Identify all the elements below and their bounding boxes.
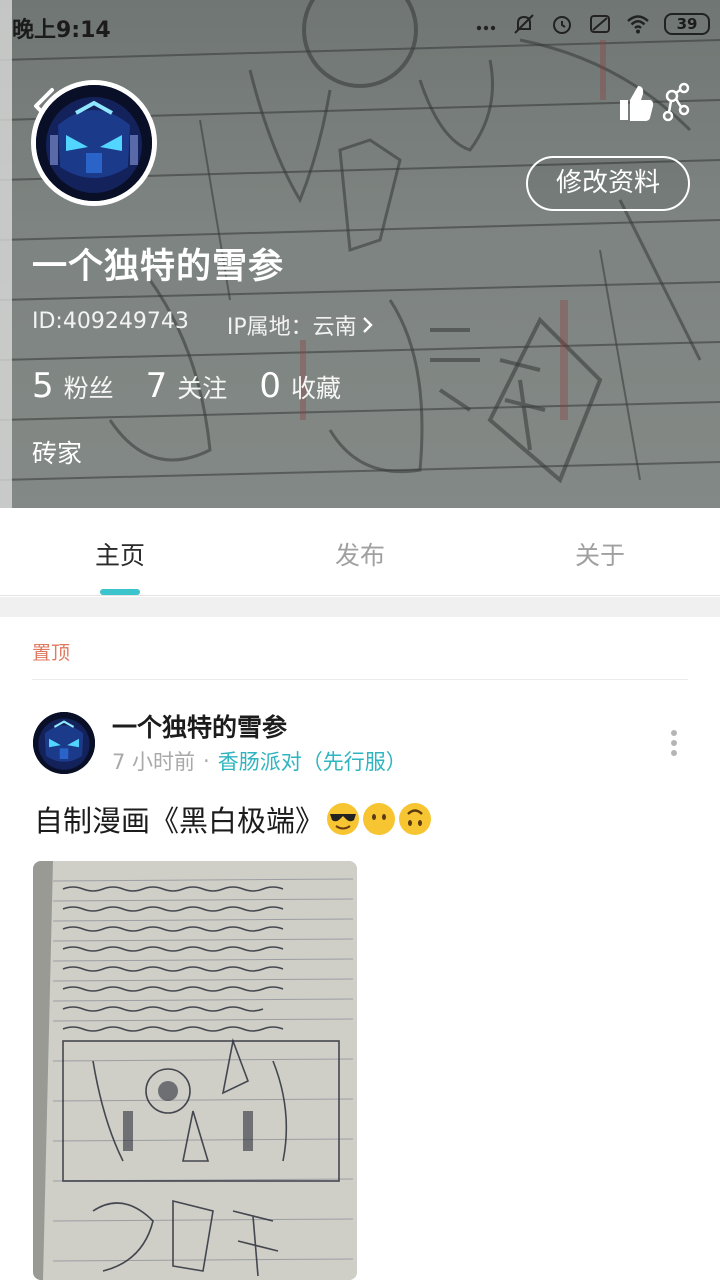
section-separator	[0, 597, 720, 617]
post-meta: 7 小时前 · 香肠派对（先行服）	[112, 746, 407, 776]
status-bar: 晚上9:14 39	[0, 0, 720, 52]
stat-following-value: 7	[145, 366, 168, 406]
upside-down-face-icon	[399, 803, 432, 835]
thumbs-up-icon[interactable]	[616, 80, 690, 128]
share-icon	[662, 82, 690, 122]
alarm-clock-icon	[553, 16, 571, 34]
smiling-face-with-sunglasses-icon	[327, 803, 360, 835]
post-title[interactable]: 自制漫画《黑白极端》	[34, 798, 432, 840]
face-without-mouth-icon	[363, 803, 396, 835]
pinned-label: 置顶	[32, 642, 71, 664]
status-time: 晚上9:14	[12, 18, 111, 43]
stat-following-label: 关注	[177, 374, 228, 403]
comic-sketch-image	[33, 861, 357, 1280]
post-title-text: 自制漫画《黑白极端》	[34, 804, 325, 838]
chevron-right-icon	[362, 317, 373, 333]
post-image[interactable]	[33, 861, 357, 1280]
post-author-avatar[interactable]	[33, 712, 95, 774]
profile-bio: 砖家	[32, 439, 83, 468]
profile-header: 晚上9:14 39 修改资料 一个独特的雪参 ID:409249743 IP属地…	[0, 0, 720, 508]
tab-posts-label: 发布	[334, 541, 385, 570]
header-actions	[616, 80, 690, 128]
wifi-icon	[627, 15, 649, 34]
tab-home-label: 主页	[94, 541, 145, 570]
divider	[32, 679, 688, 680]
stat-followers[interactable]: 5 粉丝	[32, 366, 114, 406]
profile-screen: 晚上9:14 39 修改资料 一个独特的雪参 ID:409249743 IP属地…	[0, 0, 720, 1280]
profile-meta: ID:409249743 IP属地：云南	[32, 309, 375, 341]
profile-username: 一个独特的雪参	[32, 247, 285, 287]
profile-stats: 5 粉丝 7 关注 0 收藏	[32, 366, 341, 406]
header-edge-strip	[0, 0, 12, 508]
stat-favorites-label: 收藏	[290, 374, 341, 403]
stat-following[interactable]: 7 关注	[146, 366, 228, 406]
stat-followers-value: 5	[32, 366, 54, 406]
stat-followers-label: 粉丝	[63, 374, 114, 403]
ip-location-label: IP属地：云南	[226, 315, 357, 340]
edit-profile-button[interactable]: 修改资料	[526, 156, 690, 211]
more-dots-status-icon	[476, 25, 496, 31]
ip-location-link[interactable]: IP属地：云南	[227, 309, 375, 341]
avatar[interactable]	[31, 80, 157, 206]
active-tab-indicator	[100, 589, 140, 595]
status-icons: 39	[474, 12, 710, 36]
more-vertical-icon[interactable]	[668, 728, 680, 758]
user-id: ID:409249743	[32, 309, 189, 334]
tab-about-label: 关于	[574, 541, 625, 570]
post-source-link[interactable]: 香肠派对（先行服）	[218, 746, 407, 776]
profile-tabs: 主页 发布 关于	[0, 508, 720, 596]
sim-card-off-icon	[590, 15, 610, 33]
robot-helmet-avatar-icon	[36, 85, 152, 201]
tab-home[interactable]: 主页	[0, 508, 240, 595]
tab-posts[interactable]: 发布	[240, 508, 480, 595]
robot-helmet-avatar-icon	[33, 712, 95, 774]
battery-indicator: 39	[664, 13, 710, 35]
post-author-name[interactable]: 一个独特的雪参	[112, 708, 287, 744]
tab-about[interactable]: 关于	[480, 508, 720, 595]
stat-favorites-value: 0	[259, 366, 281, 406]
post-time: 7 小时前	[112, 750, 196, 774]
meta-separator-dot: ·	[203, 749, 210, 773]
stat-favorites[interactable]: 0 收藏	[259, 366, 341, 406]
muted-bell-icon	[514, 14, 534, 34]
